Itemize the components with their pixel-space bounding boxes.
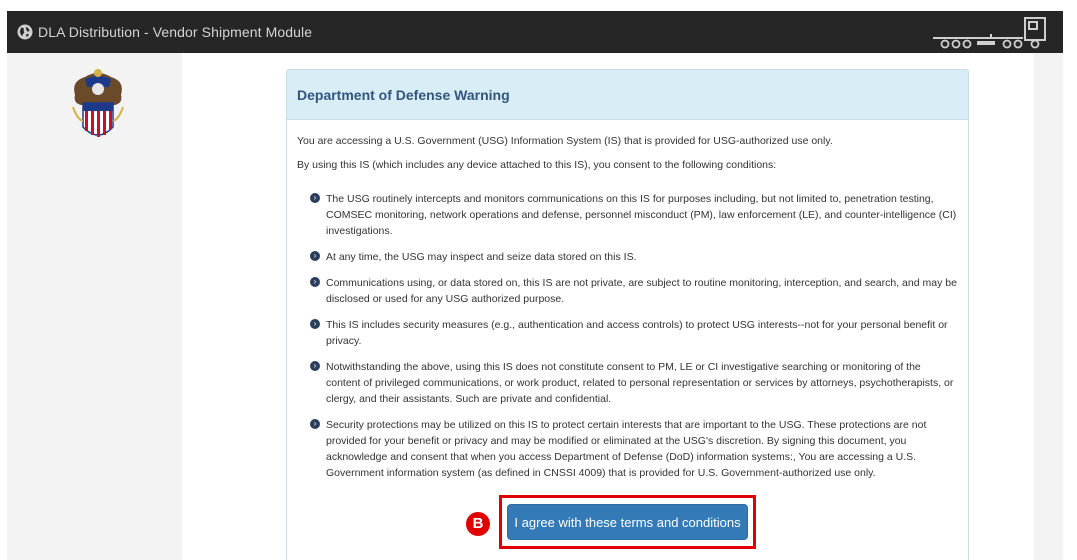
list-item: › The USG routinely intercepts and monito… bbox=[310, 191, 958, 239]
list-item: › Communications using, or data stored on… bbox=[310, 275, 958, 307]
list-item: › At any time, the USG may inspect and se… bbox=[310, 249, 958, 265]
dod-warning-card: Department of Defense Warning You are ac… bbox=[286, 69, 969, 560]
app-title: DLA Distribution - Vendor Shipment Modul… bbox=[38, 24, 313, 40]
list-item: › Security protections may be utilized on… bbox=[310, 417, 958, 481]
card-body: You are accessing a U.S. Government (USG… bbox=[287, 120, 968, 481]
intro-text: You are accessing a U.S. Government (USG… bbox=[297, 135, 833, 147]
top-bar: DLA Distribution - Vendor Shipment Modul… bbox=[7, 11, 1063, 53]
chevron-circle-right-icon: › bbox=[310, 319, 320, 329]
consent-lead-text: By using this IS (which includes any dev… bbox=[297, 159, 777, 171]
agree-terms-button[interactable]: I agree with these terms and conditions bbox=[507, 504, 748, 540]
chevron-circle-right-icon: › bbox=[310, 193, 320, 203]
chevron-circle-right-icon: › bbox=[310, 277, 320, 287]
dla-seal-icon bbox=[72, 69, 124, 137]
left-sidebar bbox=[7, 53, 182, 560]
callout-badge: B bbox=[466, 512, 490, 536]
chevron-circle-right-icon: › bbox=[310, 251, 320, 261]
card-title: Department of Defense Warning bbox=[297, 86, 510, 103]
chevron-circle-right-icon: › bbox=[310, 419, 320, 429]
list-item: › This IS includes security measures (e.g… bbox=[310, 317, 958, 349]
card-header: Department of Defense Warning bbox=[287, 70, 968, 120]
truck-logo-icon bbox=[933, 17, 1046, 49]
list-item: › Notwithstanding the above, using this I… bbox=[310, 359, 958, 407]
globe-icon bbox=[17, 24, 33, 40]
agree-button-highlight: I agree with these terms and conditions bbox=[499, 495, 756, 549]
chevron-circle-right-icon: › bbox=[310, 361, 320, 371]
right-gutter bbox=[1034, 53, 1063, 560]
conditions-list: › The USG routinely intercepts and monito… bbox=[297, 191, 958, 481]
